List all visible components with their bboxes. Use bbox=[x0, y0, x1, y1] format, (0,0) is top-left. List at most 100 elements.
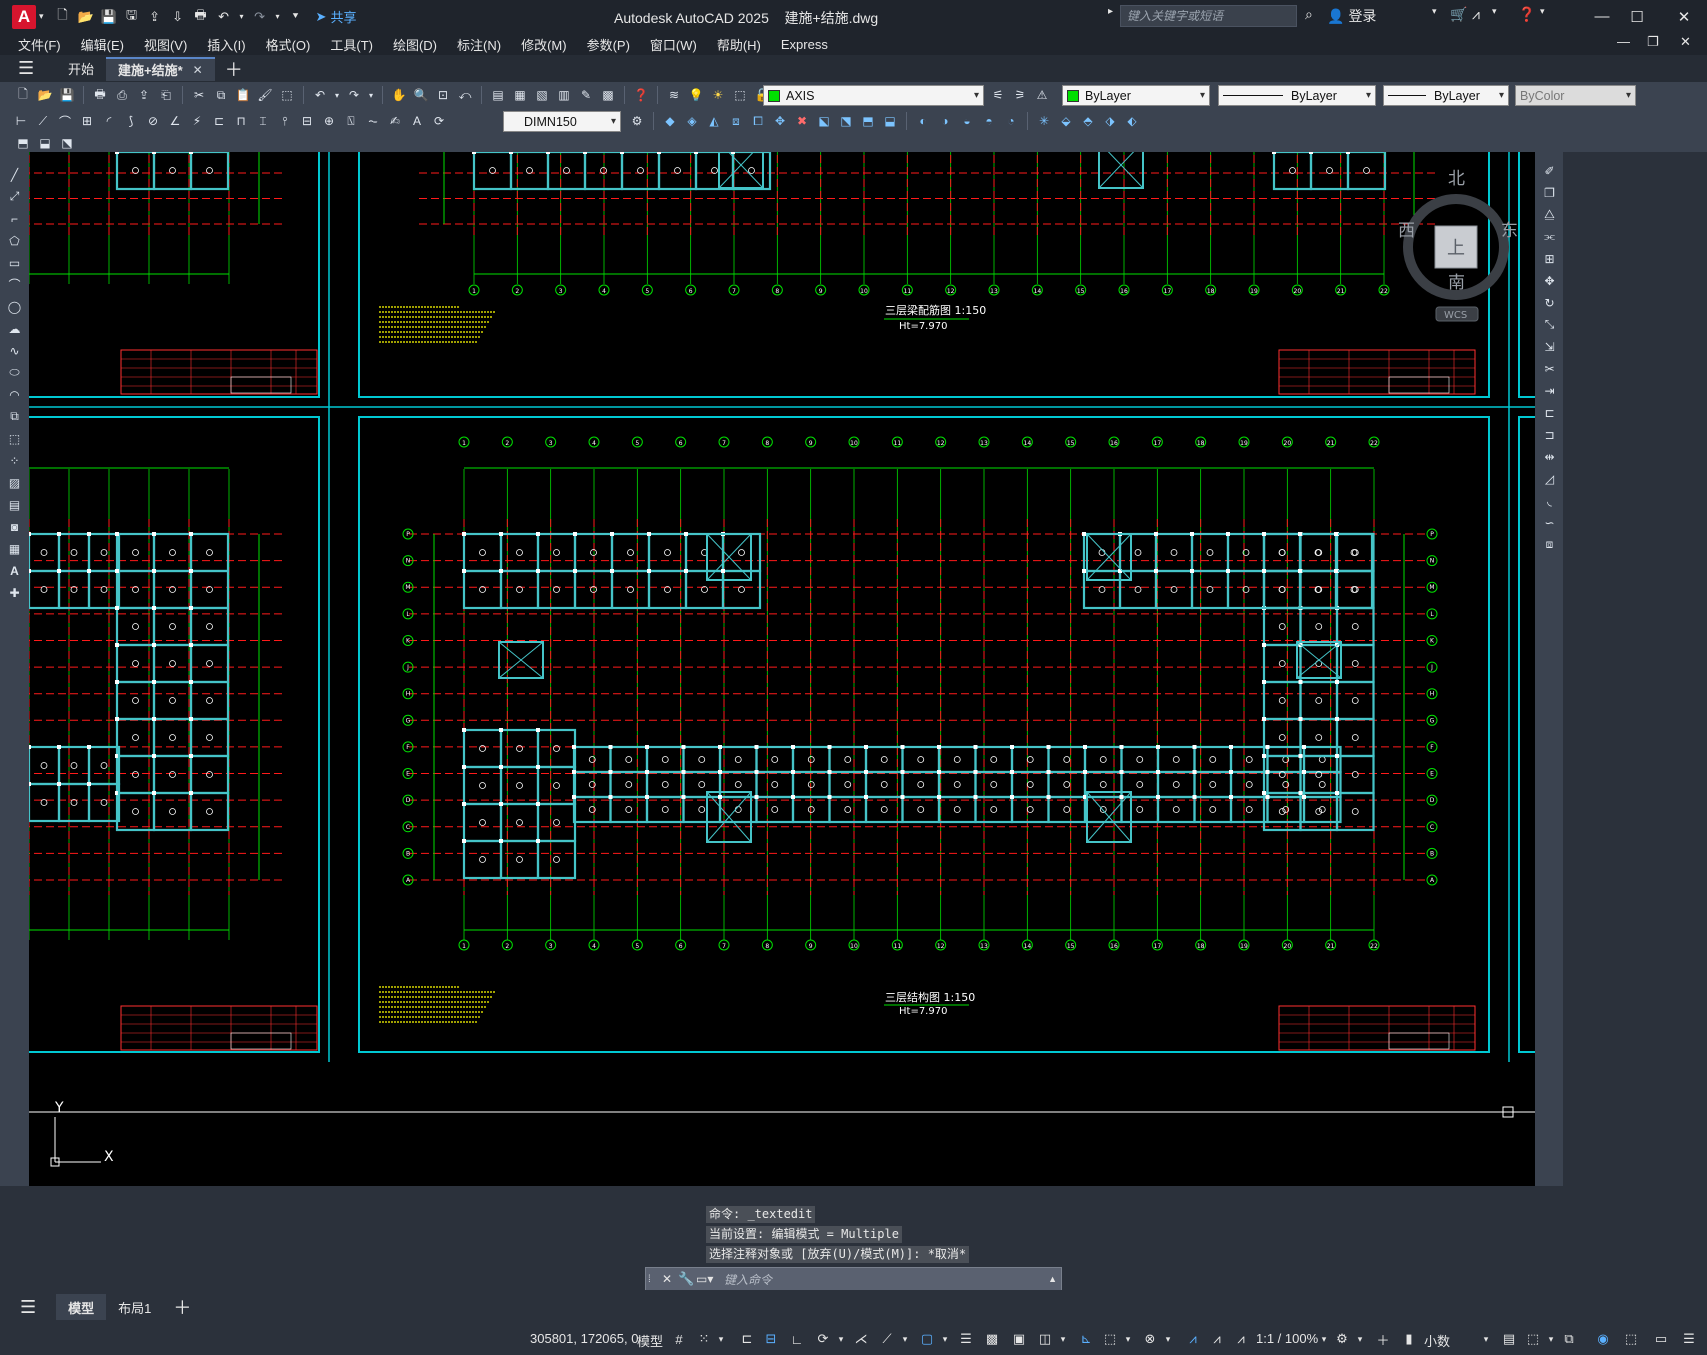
tb-tool-palettes-icon[interactable]: ▧ bbox=[533, 86, 551, 104]
dim-radius-icon[interactable]: ◜ bbox=[100, 112, 118, 130]
add-selected-icon[interactable]: ✚ bbox=[6, 584, 23, 601]
dim-ordinate-icon[interactable]: ⊞ bbox=[78, 112, 96, 130]
isometric-drafting-icon[interactable]: ⋌ bbox=[852, 1330, 870, 1348]
dim-update-icon[interactable]: ⟳ bbox=[430, 112, 448, 130]
color-dropdown[interactable]: ByLayer ▾ bbox=[1062, 85, 1210, 106]
ellipse-arc-icon[interactable]: ◠ bbox=[6, 386, 23, 403]
gizmo-icon[interactable]: ⊗ bbox=[1141, 1330, 1159, 1348]
send-to-back-icon[interactable]: ⬓ bbox=[36, 134, 54, 152]
grid-display-icon[interactable]: # bbox=[670, 1330, 688, 1348]
tb-zoom-previous-icon[interactable]: ⤺ bbox=[456, 86, 474, 104]
tb-layer-viewport-icon[interactable]: ⬚ bbox=[731, 86, 749, 104]
tb-match-properties-icon[interactable]: 🖌 bbox=[256, 86, 274, 104]
dim-arc-length-icon[interactable]: ⌒ bbox=[56, 112, 74, 130]
fillet-pal-icon[interactable]: ◟ bbox=[1541, 492, 1558, 509]
annotation-visibility-icon[interactable]: ⩘ bbox=[1184, 1330, 1202, 1348]
annotation-monitor-icon[interactable]: ＋ bbox=[1374, 1330, 1392, 1348]
erase-pal-icon[interactable]: ✐ bbox=[1541, 162, 1558, 179]
tb-markup-icon[interactable]: ✎ bbox=[577, 86, 595, 104]
selection-filter-icon[interactable]: ⬚ bbox=[1101, 1330, 1119, 1348]
revision-cloud-icon[interactable]: ☁ bbox=[6, 320, 23, 337]
tb-layer-freeze-icon[interactable]: ☀ bbox=[709, 86, 727, 104]
tolerance-icon[interactable]: ⊟ bbox=[298, 112, 316, 130]
lock-ui-icon[interactable]: ⬚ bbox=[1524, 1330, 1542, 1348]
add-layout-button[interactable]: ＋ bbox=[173, 1294, 191, 1320]
tb-zoom-window-icon[interactable]: ⊡ bbox=[434, 86, 452, 104]
extend-icon[interactable]: ⬓ bbox=[881, 112, 899, 130]
menu-tools[interactable]: 工具(T) bbox=[320, 35, 383, 54]
doc-restore-button[interactable]: ❐ bbox=[1647, 34, 1659, 50]
mirror-icon[interactable]: ◭ bbox=[705, 112, 723, 130]
move-icon[interactable]: ✥ bbox=[771, 112, 789, 130]
copy-pal-icon[interactable]: ❐ bbox=[1541, 184, 1558, 201]
drawing-canvas[interactable]: 1 1 2 2 3 3 4 4 5 5 6 6 7 7 8 8 9 9 10 10 11 11 12 12 13 13 14 14 15… bbox=[29, 152, 1535, 1186]
tb-undo-icon[interactable]: ↶ bbox=[311, 86, 329, 104]
polar-tracking-icon[interactable]: ⟳ bbox=[814, 1330, 832, 1348]
3d-osnap-icon[interactable]: ◫ bbox=[1036, 1330, 1054, 1348]
stretch-icon[interactable]: ⬔ bbox=[837, 112, 855, 130]
region-icon[interactable]: ◙ bbox=[6, 518, 23, 535]
tb-new-icon[interactable]: 🗋 bbox=[14, 86, 32, 104]
rotate-icon[interactable]: ✖ bbox=[793, 112, 811, 130]
line-icon[interactable]: ╱ bbox=[6, 166, 23, 183]
open-from-web-icon[interactable]: ⇪ bbox=[146, 8, 164, 26]
tab-start[interactable]: 开始 bbox=[56, 57, 106, 81]
circle-icon[interactable]: ◯ bbox=[6, 298, 23, 315]
move-pal-icon[interactable]: ✥ bbox=[1541, 272, 1558, 289]
dim-linear-icon[interactable]: ⊢ bbox=[12, 112, 30, 130]
tb-cut-icon[interactable]: ✂ bbox=[190, 86, 208, 104]
tb-sheet-set-icon[interactable]: ▥ bbox=[555, 86, 573, 104]
ortho-mode-icon[interactable]: ∟ bbox=[788, 1330, 806, 1348]
tb-pan-icon[interactable]: ✋ bbox=[390, 86, 408, 104]
save-to-web-icon[interactable]: ⇩ bbox=[169, 8, 187, 26]
object-snap-icon[interactable]: ▢ bbox=[918, 1330, 936, 1348]
table-icon[interactable]: ▦ bbox=[6, 540, 23, 557]
ellipse-icon[interactable]: ⬭ bbox=[6, 364, 23, 381]
help-dropdown-icon[interactable]: ▾ bbox=[1540, 6, 1545, 17]
menu-help[interactable]: 帮助(H) bbox=[707, 35, 771, 54]
polygon-icon[interactable]: ⬠ bbox=[6, 232, 23, 249]
tb-redo-dropdown-icon[interactable]: ▾ bbox=[367, 86, 375, 104]
snap-mode-icon[interactable]: ⁙ bbox=[695, 1330, 713, 1348]
menu-modify[interactable]: 修改(M) bbox=[511, 35, 577, 54]
scale-dropdown-icon[interactable]: ▾ bbox=[1315, 1330, 1333, 1348]
layer-previous-icon[interactable]: ⚞ bbox=[1011, 86, 1029, 104]
undo-dropdown-icon[interactable]: ▾ bbox=[238, 8, 246, 26]
hatchedit-icon[interactable]: ⬗ bbox=[1101, 112, 1119, 130]
make-object-layer-current-icon[interactable]: ⚟ bbox=[989, 86, 1007, 104]
infer-constraints-icon[interactable]: ⊏ bbox=[738, 1330, 756, 1348]
units-value[interactable]: 小数 bbox=[1424, 1331, 1450, 1350]
search-expand-icon[interactable]: ▸ bbox=[1108, 6, 1113, 17]
menu-format[interactable]: 格式(O) bbox=[256, 35, 321, 54]
menu-insert[interactable]: 插入(I) bbox=[197, 35, 255, 54]
stretch-pal-icon[interactable]: ⇲ bbox=[1541, 338, 1558, 355]
trim-icon[interactable]: ⬒ bbox=[859, 112, 877, 130]
close-tab-icon[interactable]: ✕ bbox=[193, 63, 203, 77]
tb-design-center-icon[interactable]: ▦ bbox=[511, 86, 529, 104]
search-input[interactable]: 键入关键字或短语 bbox=[1120, 5, 1297, 27]
tb-copy-icon[interactable]: ⧉ bbox=[212, 86, 230, 104]
dynamic-ucs-icon[interactable]: ⊾ bbox=[1077, 1330, 1095, 1348]
autocad-logo-icon[interactable]: A bbox=[12, 4, 36, 29]
menu-draw[interactable]: 绘图(D) bbox=[383, 35, 447, 54]
open-file-icon[interactable]: 📂 bbox=[77, 8, 95, 26]
tab-layout1[interactable]: 布局1 bbox=[106, 1294, 163, 1320]
polar-dropdown-icon[interactable]: ▾ bbox=[832, 1330, 850, 1348]
tb-block-editor-icon[interactable]: ⬚ bbox=[278, 86, 296, 104]
selection-cycling-icon[interactable]: ▣ bbox=[1010, 1330, 1028, 1348]
point-icon[interactable]: ⁘ bbox=[6, 452, 23, 469]
join-icon[interactable]: ◑ bbox=[936, 112, 954, 130]
customize-status-bar-icon[interactable]: ☰ bbox=[1680, 1330, 1698, 1348]
plotstyle-dropdown[interactable]: ByColor ▾ bbox=[1515, 85, 1636, 106]
hamburger-menu-icon[interactable]: ☰ bbox=[18, 58, 40, 79]
explode-pal-icon[interactable]: ⧈ bbox=[1541, 536, 1558, 553]
login-dropdown-icon[interactable]: ▾ bbox=[1432, 6, 1437, 17]
rectangle-icon[interactable]: ▭ bbox=[6, 254, 23, 271]
share-button[interactable]: ➤ 共享 bbox=[316, 7, 357, 26]
break-icon[interactable]: ◐ bbox=[914, 112, 932, 130]
dim-diameter-icon[interactable]: ⊘ bbox=[144, 112, 162, 130]
tb-properties-icon[interactable]: ▤ bbox=[489, 86, 507, 104]
compass-west[interactable]: 西 bbox=[1398, 221, 1415, 241]
tb-open-icon[interactable]: 📂 bbox=[36, 86, 54, 104]
tb-help-icon[interactable]: ❓ bbox=[632, 86, 650, 104]
